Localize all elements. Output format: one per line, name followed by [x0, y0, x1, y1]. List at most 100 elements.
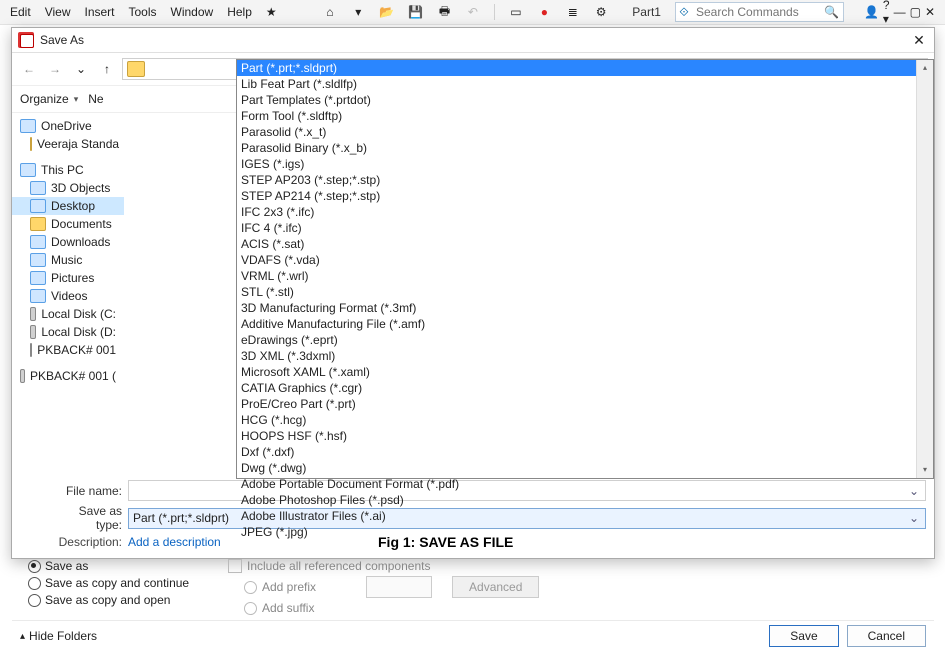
close-app-icon[interactable]: ✕ [925, 5, 935, 19]
sidebar-item-documents[interactable]: Documents [12, 215, 124, 233]
sidebar-item-pkback-001[interactable]: PKBACK# 001 [12, 341, 124, 359]
filetype-option[interactable]: Lib Feat Part (*.sldlfp) [237, 76, 933, 92]
rebuild-icon[interactable]: ● [537, 3, 551, 21]
description-label: Description: [50, 535, 122, 549]
radio-save-copy-open[interactable] [28, 594, 41, 607]
sidebar-item-this-pc[interactable]: This PC [12, 161, 124, 179]
scroll-track[interactable] [917, 76, 933, 462]
filetype-option[interactable]: STEP AP214 (*.step;*.stp) [237, 188, 933, 204]
maximize-icon[interactable]: ▢ [910, 5, 921, 19]
filetype-option[interactable]: 3D Manufacturing Format (*.3mf) [237, 300, 933, 316]
filetype-dropdown-list[interactable]: Part (*.prt;*.sldprt)Lib Feat Part (*.sl… [236, 59, 934, 479]
menu-window[interactable]: Window [171, 5, 214, 19]
sidebar-item-label: Downloads [51, 235, 110, 249]
options-icon[interactable]: ≣ [566, 3, 580, 21]
print-icon[interactable]: 🖶 [437, 3, 451, 21]
filetype-option[interactable]: Dwg (*.dwg) [237, 460, 933, 476]
settings-icon[interactable]: ⚙ [594, 3, 608, 21]
scroll-down-icon[interactable]: ▾ [917, 462, 933, 478]
menu-star-icon[interactable]: ★ [266, 5, 277, 19]
sidebar-item-local-disk-c-[interactable]: Local Disk (C: [12, 305, 124, 323]
dropdown-scrollbar[interactable]: ▴ ▾ [916, 60, 933, 478]
search-icon[interactable]: 🔍 [820, 5, 843, 19]
filetype-option[interactable]: ACIS (*.sat) [237, 236, 933, 252]
sidebar-item-videos[interactable]: Videos [12, 287, 124, 305]
menu-help[interactable]: Help [227, 5, 252, 19]
new-doc-icon[interactable]: ▾ [351, 3, 365, 21]
scroll-up-icon[interactable]: ▴ [917, 60, 933, 76]
nav-recent-icon[interactable]: ⌄ [70, 62, 92, 76]
filetype-option[interactable]: Parasolid (*.x_t) [237, 124, 933, 140]
nav-sidebar[interactable]: OneDriveVeeraja StandaThis PC3D ObjectsD… [12, 113, 124, 475]
filetype-option[interactable]: Adobe Illustrator Files (*.ai) [237, 508, 933, 524]
filetype-option[interactable]: IFC 4 (*.ifc) [237, 220, 933, 236]
filetype-option[interactable]: eDrawings (*.eprt) [237, 332, 933, 348]
menu-view[interactable]: View [45, 5, 71, 19]
menu-edit[interactable]: Edit [10, 5, 31, 19]
sidebar-item-label: OneDrive [41, 119, 92, 133]
sidebar-item-3d-objects[interactable]: 3D Objects [12, 179, 124, 197]
command-search[interactable]: ⟐ 🔍 [675, 2, 844, 22]
open-icon[interactable]: 📂 [379, 3, 394, 21]
sidebar-item-desktop[interactable]: Desktop [12, 197, 124, 215]
advanced-button: Advanced [452, 576, 539, 598]
filetype-option[interactable]: Parasolid Binary (*.x_b) [237, 140, 933, 156]
radio-save-copy-continue[interactable] [28, 577, 41, 590]
filetype-option[interactable]: Part Templates (*.prtdot) [237, 92, 933, 108]
filetype-option[interactable]: STEP AP203 (*.step;*.stp) [237, 172, 933, 188]
save-button[interactable]: Save [769, 625, 838, 647]
cancel-button[interactable]: Cancel [847, 625, 926, 647]
filetype-option[interactable]: IGES (*.igs) [237, 156, 933, 172]
toolbar-separator [494, 4, 495, 20]
filetype-option[interactable]: ProE/Creo Part (*.prt) [237, 396, 933, 412]
filetype-option[interactable]: HCG (*.hcg) [237, 412, 933, 428]
filetype-option[interactable]: Part (*.prt;*.sldprt) [237, 60, 933, 76]
app-menu-bar: Edit View Insert Tools Window Help ★ ⌂ ▾… [0, 0, 945, 25]
filetype-option[interactable]: Dxf (*.dxf) [237, 444, 933, 460]
hide-folders-button[interactable]: Hide Folders [20, 629, 97, 643]
minimize-icon[interactable]: — [894, 5, 906, 19]
home-icon[interactable]: ⌂ [323, 3, 337, 21]
user-icon[interactable]: 👤 [864, 5, 879, 19]
filetype-option[interactable]: Microsoft XAML (*.xaml) [237, 364, 933, 380]
help-icon[interactable]: ? ▾ [883, 0, 890, 26]
sidebar-item-downloads[interactable]: Downloads [12, 233, 124, 251]
sidebar-item-icon [30, 271, 46, 285]
filetype-option[interactable]: 3D XML (*.3dxml) [237, 348, 933, 364]
new-folder-button[interactable]: Ne [88, 92, 103, 106]
include-refs-label: Include all referenced components [247, 559, 430, 573]
menu-tools[interactable]: Tools [129, 5, 157, 19]
radio-save-as[interactable] [28, 560, 41, 573]
filetype-option[interactable]: Adobe Portable Document Format (*.pdf) [237, 476, 933, 492]
sidebar-item-label: Videos [51, 289, 87, 303]
sidebar-item-onedrive[interactable]: OneDrive [12, 117, 124, 135]
add-description-link[interactable]: Add a description [128, 535, 221, 549]
undo-icon[interactable]: ↶ [466, 3, 480, 21]
sidebar-item-pictures[interactable]: Pictures [12, 269, 124, 287]
filetype-option[interactable]: JPEG (*.jpg) [237, 524, 933, 540]
filetype-option[interactable]: Adobe Photoshop Files (*.psd) [237, 492, 933, 508]
sidebar-item-veeraja-standa[interactable]: Veeraja Standa [12, 135, 124, 153]
filetype-option[interactable]: VRML (*.wrl) [237, 268, 933, 284]
filetype-option[interactable]: IFC 2x3 (*.ifc) [237, 204, 933, 220]
filetype-option[interactable]: STL (*.stl) [237, 284, 933, 300]
filetype-value: Part (*.prt;*.sldprt) [133, 511, 229, 525]
sidebar-item-music[interactable]: Music [12, 251, 124, 269]
nav-up-icon[interactable]: ↑ [96, 62, 118, 76]
save-icon[interactable]: 💾 [408, 3, 423, 21]
filetype-option[interactable]: HOOPS HSF (*.hsf) [237, 428, 933, 444]
filetype-option[interactable]: VDAFS (*.vda) [237, 252, 933, 268]
filetype-option[interactable]: Additive Manufacturing File (*.amf) [237, 316, 933, 332]
sidebar-item-local-disk-d-[interactable]: Local Disk (D: [12, 323, 124, 341]
nav-back-icon[interactable]: ← [18, 62, 40, 76]
select-icon[interactable]: ▭ [509, 3, 523, 21]
dialog-close-icon[interactable]: ✕ [910, 33, 928, 47]
command-search-input[interactable] [692, 3, 820, 21]
sidebar-item-pkback-001-[interactable]: PKBACK# 001 ( [12, 367, 124, 385]
organize-button[interactable]: Organize [20, 92, 78, 106]
menu-insert[interactable]: Insert [84, 5, 114, 19]
sidebar-item-label: Documents [51, 217, 112, 231]
nav-forward-icon: → [44, 62, 66, 76]
filetype-option[interactable]: Form Tool (*.sldftp) [237, 108, 933, 124]
filetype-option[interactable]: CATIA Graphics (*.cgr) [237, 380, 933, 396]
